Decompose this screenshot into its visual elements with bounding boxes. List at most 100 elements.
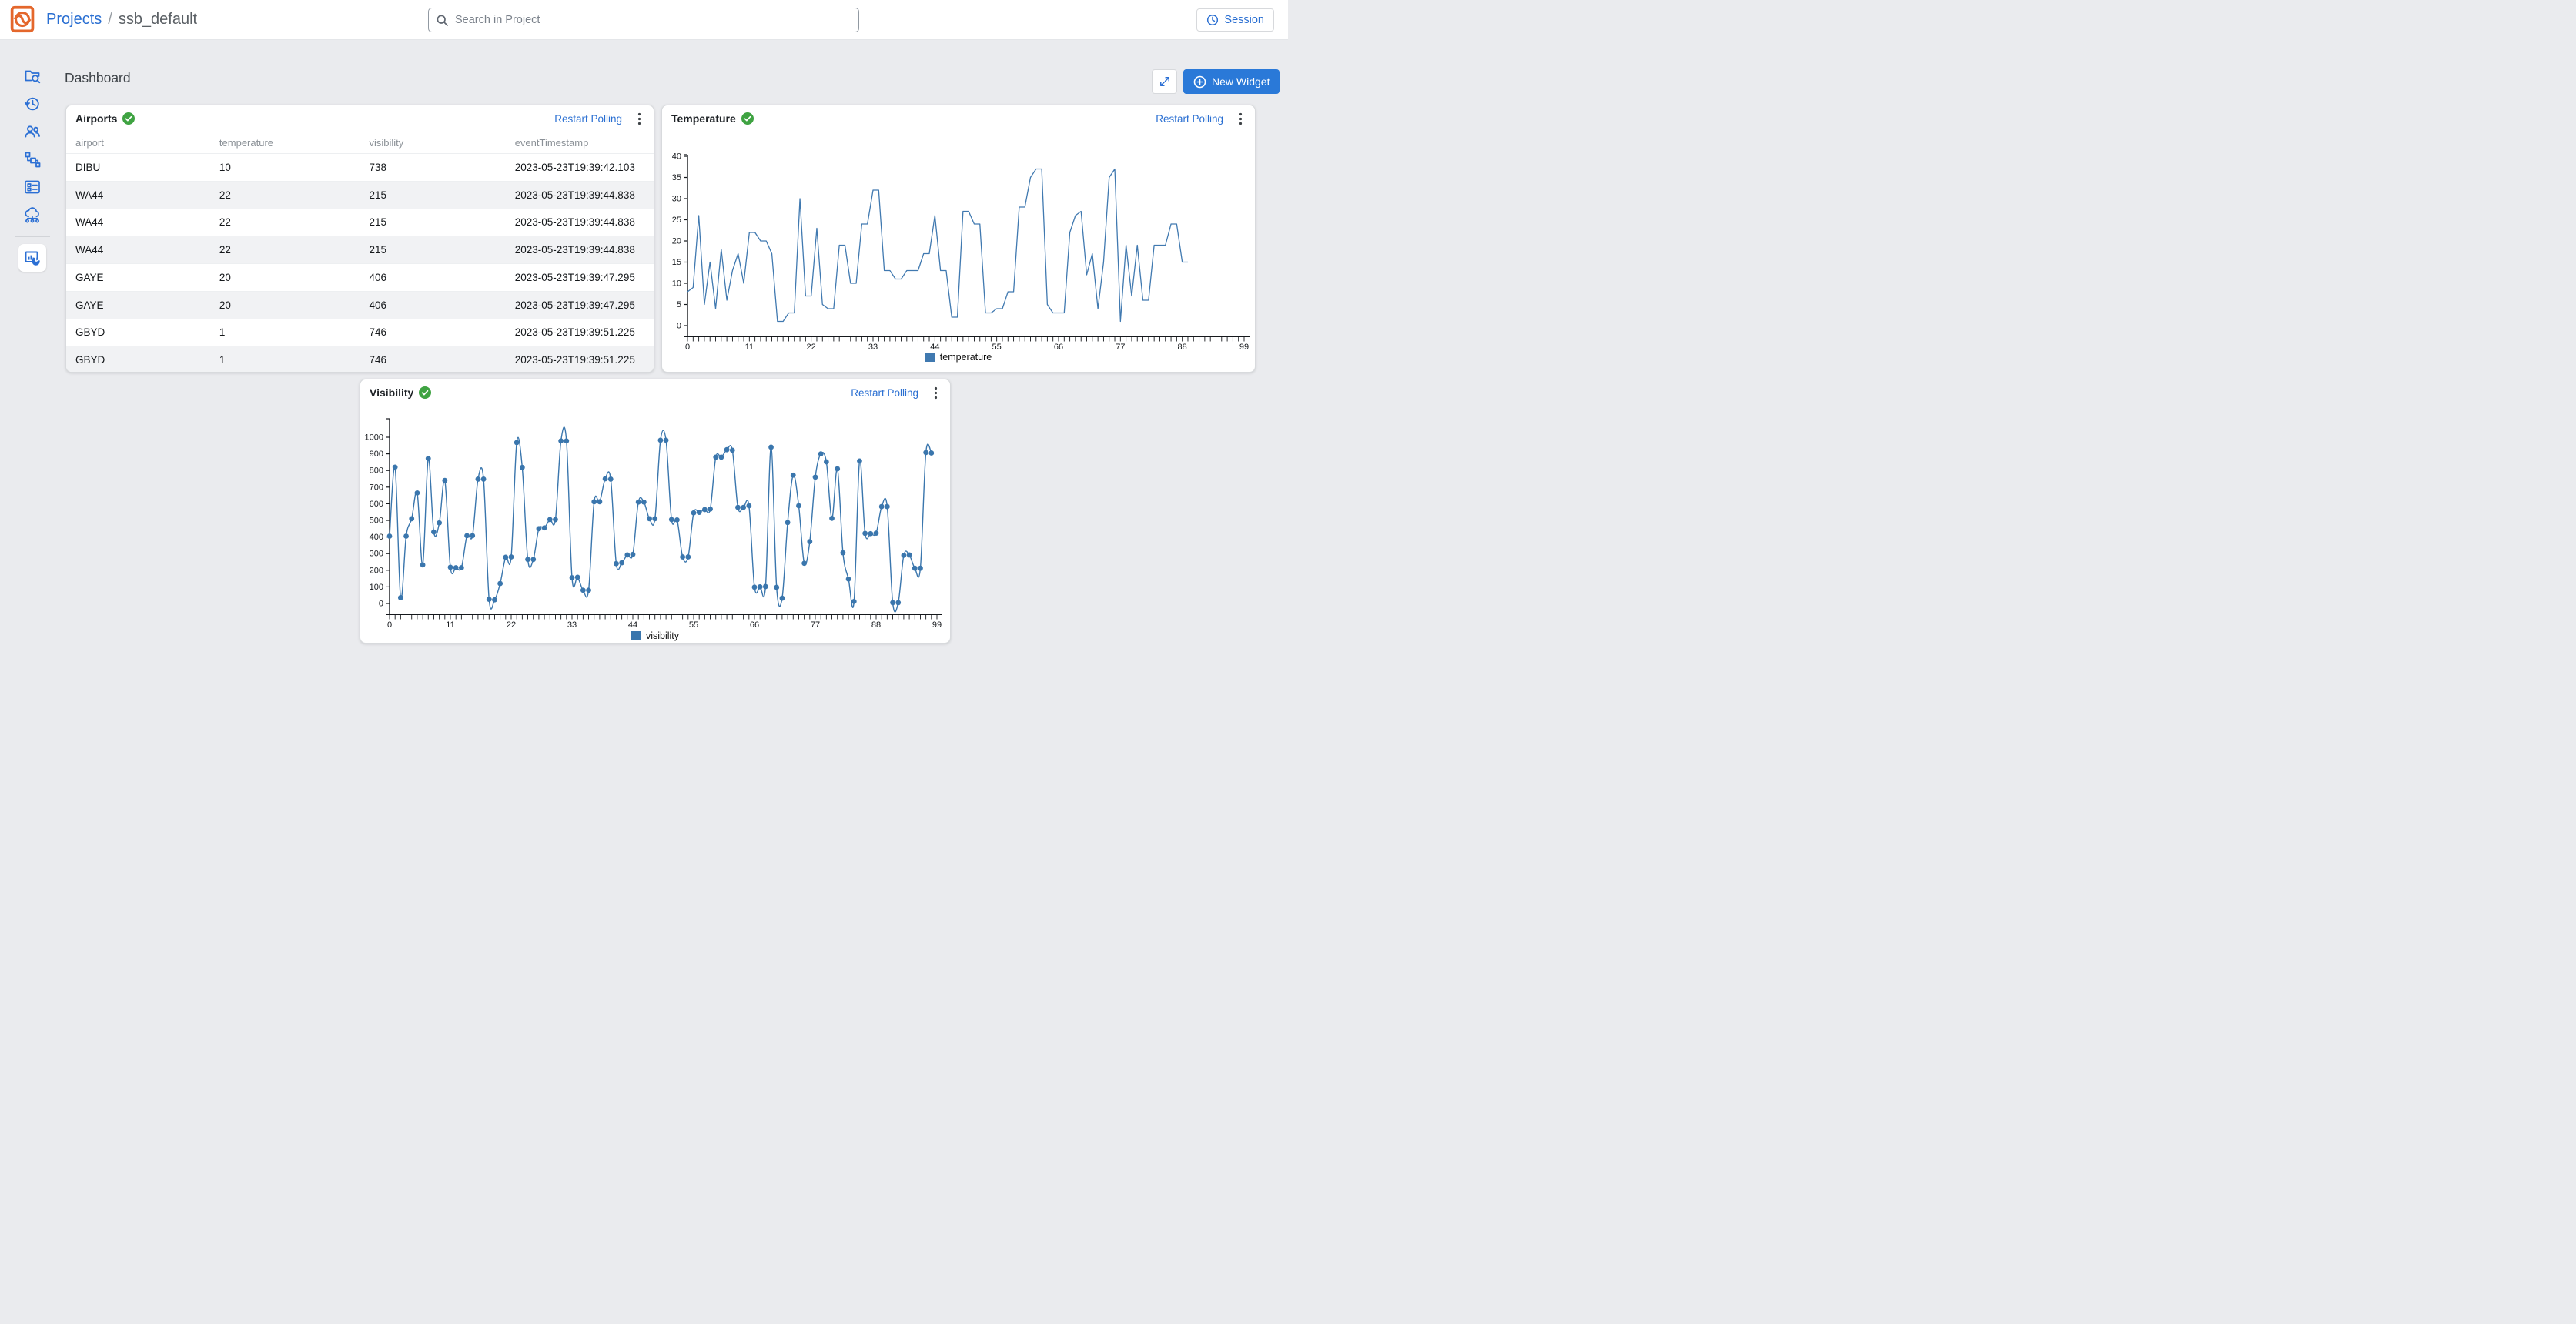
sidebar-item-job-flow[interactable]	[18, 145, 46, 173]
cloud-cluster-icon	[23, 206, 42, 224]
svg-text:700: 700	[370, 483, 383, 492]
airports-table-body: DIBU107382023-05-23T19:39:42.103WA442221…	[66, 153, 654, 373]
temperature-chart-plot: 05101520253035400112233445566778899	[662, 129, 1255, 350]
temperature-chart-legend: temperature	[662, 350, 1255, 364]
table-cell: DIBU	[66, 162, 210, 173]
table-cell: GAYE	[66, 299, 210, 311]
table-cell: 2023-05-23T19:39:44.838	[506, 244, 654, 256]
visibility-chart: 0100200300400500600700800900100001122334…	[360, 403, 950, 643]
sidebar-item-project-explorer[interactable]	[18, 62, 46, 90]
table-cell: WA44	[66, 244, 210, 256]
svg-text:55: 55	[992, 343, 1002, 350]
expand-icon	[1158, 75, 1172, 89]
table-cell: 2023-05-23T19:39:42.103	[506, 162, 654, 173]
table-cell: 2023-05-23T19:39:44.838	[506, 216, 654, 228]
sidebar-item-dashboard[interactable]	[18, 244, 46, 272]
table-cell: 2023-05-23T19:39:47.295	[506, 299, 654, 311]
widget-menu-button[interactable]	[1236, 111, 1246, 127]
svg-text:900: 900	[370, 450, 383, 459]
svg-text:44: 44	[930, 343, 939, 350]
visibility-chart-plot: 0100200300400500600700800900100001122334…	[360, 403, 950, 629]
svg-text:0: 0	[685, 343, 690, 350]
widget-temperature-header: Temperature Restart Polling	[662, 105, 1255, 129]
svg-text:77: 77	[1116, 343, 1125, 350]
plus-circle-icon	[1193, 75, 1206, 89]
sidebar-item-console[interactable]	[18, 173, 46, 201]
table-cell: 215	[360, 216, 505, 228]
table-row: WA44222152023-05-23T19:39:44.838	[66, 236, 654, 263]
svg-text:35: 35	[672, 173, 681, 182]
folder-search-icon	[23, 67, 42, 85]
svg-text:5: 5	[677, 300, 681, 309]
sidebar-item-users[interactable]	[18, 118, 46, 145]
restart-polling-link[interactable]: Restart Polling	[1156, 113, 1223, 125]
legend-label: temperature	[940, 352, 992, 363]
table-cell: 215	[360, 189, 505, 201]
table-cell: GBYD	[66, 354, 210, 366]
table-cell: GBYD	[66, 326, 210, 338]
console-form-icon	[23, 178, 42, 196]
users-icon	[23, 122, 42, 141]
kebab-icon	[637, 112, 641, 125]
status-ok-icon	[741, 112, 754, 125]
svg-text:44: 44	[628, 620, 637, 629]
restart-polling-link[interactable]: Restart Polling	[851, 387, 918, 399]
svg-text:100: 100	[370, 583, 383, 592]
table-cell: 20	[210, 299, 360, 311]
svg-text:99: 99	[1239, 343, 1249, 350]
sidebar	[0, 40, 65, 662]
widget-title: Airports	[75, 112, 117, 125]
column-header: visibility	[360, 137, 505, 149]
session-button[interactable]: Session	[1196, 8, 1274, 32]
visibility-chart-legend: visibility	[360, 629, 950, 643]
app-header: Projects / ssb_default Session	[0, 0, 1288, 40]
table-cell: 22	[210, 244, 360, 256]
project-search	[428, 8, 859, 32]
svg-text:800: 800	[370, 466, 383, 476]
svg-text:300: 300	[370, 550, 383, 559]
column-header: temperature	[210, 137, 360, 149]
svg-text:11: 11	[446, 620, 454, 629]
new-widget-button[interactable]: New Widget	[1183, 69, 1280, 94]
svg-text:33: 33	[567, 620, 577, 629]
svg-text:30: 30	[672, 195, 681, 204]
table-row: DIBU107382023-05-23T19:39:42.103	[66, 153, 654, 181]
widget-menu-button[interactable]	[634, 111, 644, 127]
svg-text:600: 600	[370, 500, 383, 509]
svg-text:88: 88	[1178, 343, 1187, 350]
table-row: GAYE204062023-05-23T19:39:47.295	[66, 263, 654, 291]
breadcrumb-projects-link[interactable]: Projects	[46, 11, 102, 28]
table-cell: WA44	[66, 189, 210, 201]
app-logo-icon[interactable]	[8, 5, 37, 34]
history-clock-icon	[23, 95, 42, 113]
expand-dashboard-button[interactable]	[1152, 69, 1177, 94]
status-ok-icon	[419, 386, 431, 399]
restart-polling-link[interactable]: Restart Polling	[554, 113, 622, 125]
widget-menu-button[interactable]	[931, 385, 941, 401]
table-cell: 746	[360, 354, 505, 366]
sidebar-divider	[15, 236, 50, 237]
search-input[interactable]	[428, 8, 859, 32]
table-cell: WA44	[66, 216, 210, 228]
legend-label: visibility	[646, 630, 679, 641]
svg-text:40: 40	[672, 152, 681, 162]
table-cell: 746	[360, 326, 505, 338]
table-row: WA44222152023-05-23T19:39:44.838	[66, 209, 654, 236]
svg-text:25: 25	[672, 216, 681, 225]
table-cell: GAYE	[66, 272, 210, 283]
svg-text:15: 15	[672, 258, 681, 267]
table-cell: 406	[360, 299, 505, 311]
table-cell: 738	[360, 162, 505, 173]
sidebar-item-data-sources[interactable]	[18, 201, 46, 229]
page-title: Dashboard	[65, 70, 131, 86]
dashboard-chart-pie-icon	[23, 249, 42, 267]
column-header: eventTimestamp	[506, 137, 654, 149]
table-cell: 20	[210, 272, 360, 283]
sidebar-item-history[interactable]	[18, 90, 46, 118]
clock-icon	[1206, 14, 1219, 26]
table-row: WA44222152023-05-23T19:39:44.838	[66, 181, 654, 209]
kebab-icon	[934, 386, 938, 400]
temperature-chart: 05101520253035400112233445566778899 temp…	[662, 129, 1255, 364]
svg-text:0: 0	[677, 322, 681, 331]
svg-text:66: 66	[750, 620, 759, 629]
